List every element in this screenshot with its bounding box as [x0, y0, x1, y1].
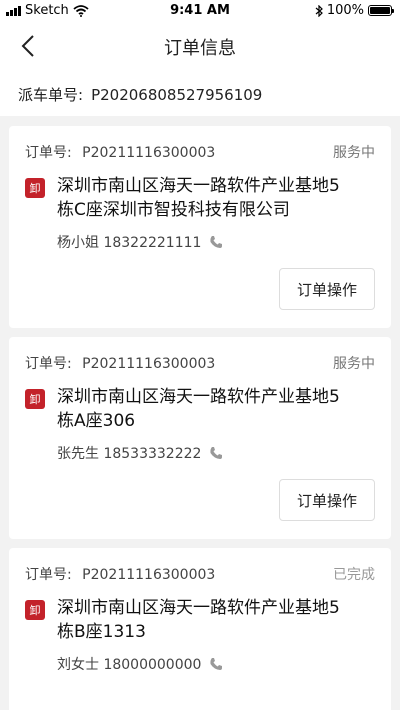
- order-action-button[interactable]: 订单操作: [279, 268, 375, 310]
- order-card: 订单号: P20211116300003 已完成 卸 深圳市南山区海天一路软件产…: [9, 548, 391, 710]
- address-line: 栋C座深圳市智投科技有限公司: [57, 200, 290, 220]
- address-line: 深圳市南山区海天一路软件产业基地5: [57, 387, 340, 407]
- order-card: 订单号: P20211116300003 服务中 卸 深圳市南山区海天一路软件产…: [9, 126, 391, 328]
- contact-text: 刘女士 18000000000: [57, 657, 202, 673]
- page-title: 订单信息: [164, 38, 236, 59]
- bluetooth-icon: [315, 4, 323, 17]
- address-text: 深圳市南山区海天一路软件产业基地5 栋C座深圳市智投科技有限公司: [57, 174, 379, 222]
- phone-icon[interactable]: [209, 657, 223, 671]
- status-badge: 已完成: [333, 567, 375, 583]
- order-card: 订单号: P20211116300003 服务中 卸 深圳市南山区海天一路软件产…: [9, 337, 391, 539]
- unload-badge: 卸: [25, 600, 45, 620]
- nav-bar: 订单信息: [0, 22, 400, 70]
- order-number: P20211116300003: [82, 356, 216, 372]
- order-header: 订单号: P20211116300003 服务中: [25, 353, 375, 373]
- status-right: 100%: [315, 3, 394, 18]
- address-text: 深圳市南山区海天一路软件产业基地5 栋A座306: [57, 385, 379, 433]
- contact-row: 刘女士 18000000000: [57, 654, 223, 674]
- contact-row: 张先生 18533332222: [57, 443, 223, 463]
- status-badge: 服务中: [333, 356, 375, 372]
- screen: Sketch 9:41 AM 100% 订单信息 派车单号: P20206808…: [0, 0, 400, 710]
- battery-fill: [370, 7, 390, 14]
- order-label: 订单号:: [25, 567, 72, 583]
- order-label: 订单号:: [25, 356, 72, 372]
- order-label: 订单号:: [25, 145, 72, 161]
- order-action-button[interactable]: 订单操作: [279, 479, 375, 521]
- address-line: 栋A座306: [57, 411, 136, 431]
- contact-row: 杨小姐 18322221111: [57, 232, 223, 252]
- phone-icon[interactable]: [209, 235, 223, 249]
- contact-text: 张先生 18533332222: [57, 446, 202, 462]
- unload-badge: 卸: [25, 389, 45, 409]
- dispatch-number: P20206808527956109: [91, 86, 263, 104]
- battery-percent: 100%: [326, 3, 364, 18]
- dispatch-row: 派车单号: P20206808527956109: [0, 70, 400, 116]
- address-text: 深圳市南山区海天一路软件产业基地5 栋B座1313: [57, 596, 379, 644]
- status-badge: 服务中: [333, 145, 375, 161]
- address-line: 深圳市南山区海天一路软件产业基地5: [57, 598, 340, 618]
- dispatch-label: 派车单号:: [18, 86, 84, 104]
- order-number: P20211116300003: [82, 567, 216, 583]
- order-header: 订单号: P20211116300003 已完成: [25, 564, 375, 584]
- unload-badge: 卸: [25, 178, 45, 198]
- phone-icon[interactable]: [209, 446, 223, 460]
- address-line: 栋B座1313: [57, 622, 146, 642]
- order-header: 订单号: P20211116300003 服务中: [25, 142, 375, 162]
- address-line: 深圳市南山区海天一路软件产业基地5: [57, 176, 340, 196]
- contact-text: 杨小姐 18322221111: [57, 235, 202, 251]
- status-bar: Sketch 9:41 AM 100%: [0, 0, 400, 22]
- order-number: P20211116300003: [82, 145, 216, 161]
- battery-icon: [368, 5, 394, 16]
